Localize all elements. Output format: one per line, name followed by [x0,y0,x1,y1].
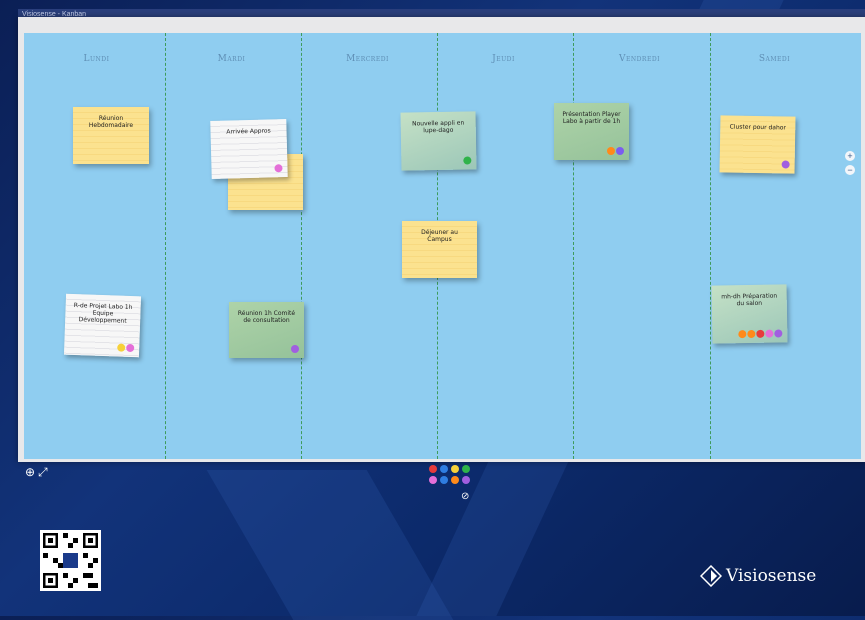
sticky-note[interactable]: Déjeuner au Campus [402,221,477,278]
column-divider [710,33,711,459]
note-text: Présentation Player Labo à partir de 1h [562,111,621,125]
column-divider [165,33,166,459]
tag-dot [291,345,299,353]
background-ray [206,470,454,620]
tag-dot [756,329,765,338]
note-tags [607,147,624,155]
tag-dot [274,164,283,173]
kanban-board[interactable]: Lundi Mardi Mercredi Jeudi Vendredi Same… [24,33,861,459]
tag-dot [126,343,135,353]
column-header-mercredi: Mercredi [346,54,389,64]
qr-code [40,530,101,591]
tag-dot [781,160,790,169]
column-divider [301,33,302,459]
color-palette [429,465,470,484]
column-header-vendredi: Vendredi [618,54,661,64]
column-divider [573,33,574,459]
column-header-lundi: Lundi [83,54,110,64]
diamond-logo-icon [700,565,722,587]
tag-dot [774,329,783,338]
minus-icon: − [847,165,853,175]
note-text: Nouvelle appli en lupe-dago [412,119,465,135]
zoom-in-button[interactable]: + [845,151,855,161]
column-header-jeudi: Jeudi [492,54,515,64]
note-tags [781,160,790,169]
tag-dot [616,147,624,155]
tag-dot [463,156,472,165]
color-swatch[interactable] [429,465,437,473]
clear-color-button[interactable]: ⊘ [461,491,469,502]
note-text: Réunion 1h Comité de consultation [237,310,296,324]
note-text: R-de Projet Labo 1h Equipe Développement [73,301,133,325]
color-swatch[interactable] [462,476,470,484]
tag-dot [747,329,756,339]
sticky-note[interactable]: R-de Projet Labo 1h Equipe Développement [63,293,142,358]
sticky-note[interactable]: Cluster pour dahor [719,115,796,174]
sticky-note[interactable]: mh-dh Préparation du salon [711,284,788,344]
plus-circle-icon: ⊕ [25,465,36,479]
column-header-mardi: Mardi [217,54,246,64]
note-tags [738,329,783,339]
note-text: mh-dh Préparation du salon [721,292,778,308]
fullscreen-button[interactable]: ⤢ [38,465,48,480]
brand-logo: Visiosense [700,565,816,587]
expand-icon: ⤢ [38,465,48,479]
note-tags [274,164,283,173]
color-swatch[interactable] [462,465,470,473]
note-tags [291,345,299,353]
color-swatch[interactable] [429,476,437,484]
color-swatch[interactable] [451,476,459,484]
sticky-note[interactable]: Réunion 1h Comité de consultation [229,302,304,358]
color-swatch[interactable] [440,465,448,473]
note-tags [463,156,472,165]
tag-dot [738,330,747,339]
no-symbol-icon: ⊘ [461,491,470,502]
sticky-note[interactable]: Nouvelle appli en lupe-dago [400,111,477,171]
zoom-out-button[interactable]: − [845,165,855,175]
note-text: Déjeuner au Campus [421,229,458,243]
column-header-samedi: Samedi [758,54,791,64]
add-button[interactable]: ⊕ [25,465,35,479]
tag-dot [117,343,126,352]
tag-dot [607,147,615,155]
color-swatch[interactable] [440,476,448,484]
note-tags [117,343,135,353]
note-text: Cluster pour dahor [729,123,786,132]
note-text: Arrivée Appros [226,127,271,136]
color-swatch[interactable] [451,465,459,473]
tag-dot [765,329,774,338]
sticky-note[interactable]: Réunion Hebdomadaire [73,107,149,164]
plus-icon: + [847,151,853,161]
note-text: Réunion Hebdomadaire [88,115,134,129]
brand-name: Visiosense [726,566,817,586]
sticky-note[interactable]: Arrivée Appros [210,119,288,179]
sticky-note[interactable]: Présentation Player Labo à partir de 1h [554,103,629,160]
